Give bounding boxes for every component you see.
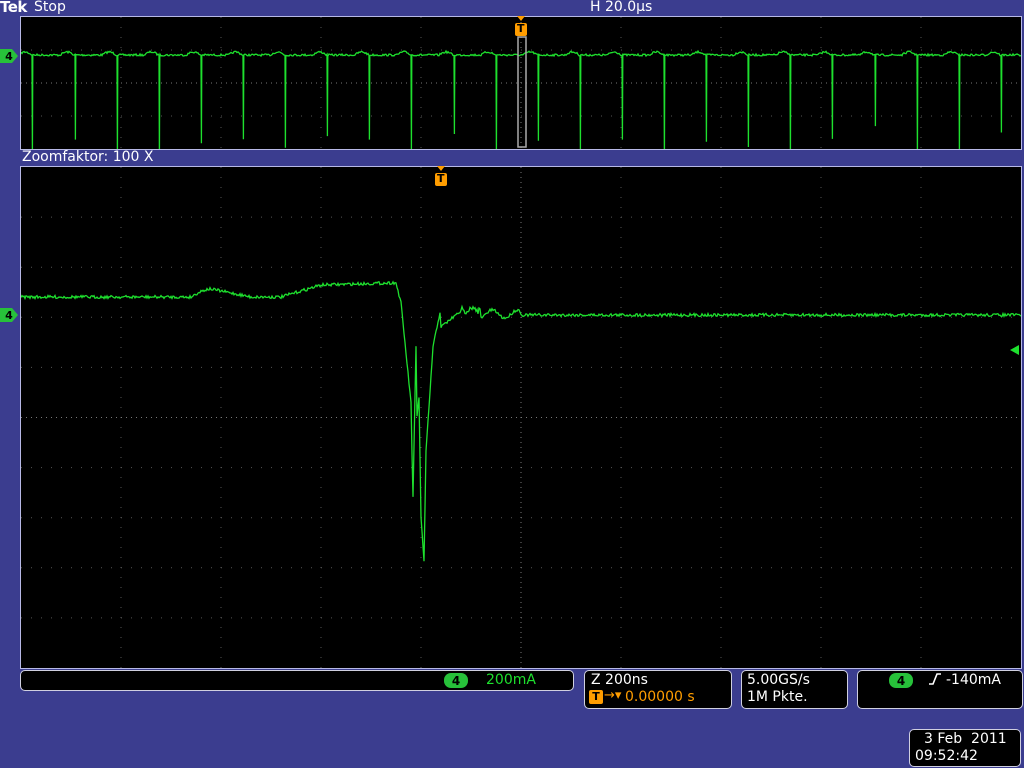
zoom-timebase-readout[interactable]: Z 200ns T →▾ 0.00000 s — [584, 670, 732, 709]
trigger-position-icon: T — [589, 690, 603, 704]
vertical-readout[interactable]: 4 200mA — [20, 670, 574, 691]
acquisition-readout[interactable]: 5.00GS/s 1M Pkte. — [741, 670, 848, 709]
acquisition-state[interactable]: Stop — [34, 0, 66, 15]
arrow-right-down-icon: →▾ — [604, 688, 622, 703]
overview-trigger-label: T — [517, 22, 525, 35]
sample-rate: 5.00GS/s — [747, 672, 810, 688]
trigger-readout[interactable]: 4 -140mA — [857, 670, 1023, 709]
zoom-timebase: Z 200ns — [591, 672, 648, 688]
overview-channel-label: 4 — [5, 49, 13, 63]
channel-4-badge: 4 — [444, 673, 468, 688]
zoom-trace — [21, 280, 1021, 562]
status-bar: Tek Stop H 20.0μs — [0, 0, 1024, 16]
brand-logo: Tek — [0, 0, 27, 16]
record-length: 1M Pkte. — [747, 689, 808, 705]
horizontal-scale[interactable]: H 20.0μs — [590, 0, 652, 15]
trigger-level: -140mA — [946, 672, 1001, 688]
overview-trace — [21, 49, 1021, 149]
overview-channel-4-marker[interactable]: 4 — [0, 49, 18, 63]
overview-trigger-marker[interactable]: T — [514, 16, 528, 38]
zoom-trigger-marker[interactable]: T — [434, 166, 448, 188]
zoom-waveform-panel[interactable] — [20, 166, 1022, 669]
vertical-scale: 200mA — [486, 672, 536, 688]
zoom-factor-label: Zoomfaktor: 100 X — [22, 149, 154, 165]
zoom-trigger-label: T — [437, 172, 445, 185]
trigger-level-arrow-icon[interactable] — [1010, 344, 1022, 356]
datetime-readout: 3 Feb 2011 09:52:42 — [909, 729, 1021, 767]
zoom-waveform — [21, 167, 1021, 668]
zoom-channel-label: 4 — [5, 308, 13, 322]
trigger-channel-badge: 4 — [889, 673, 913, 688]
trigger-position-value: 0.00000 s — [625, 689, 695, 705]
zoom-grid — [21, 167, 1021, 668]
date: 3 Feb 2011 — [924, 731, 1007, 747]
time: 09:52:42 — [915, 748, 978, 764]
zoom-channel-4-marker[interactable]: 4 — [0, 308, 18, 322]
